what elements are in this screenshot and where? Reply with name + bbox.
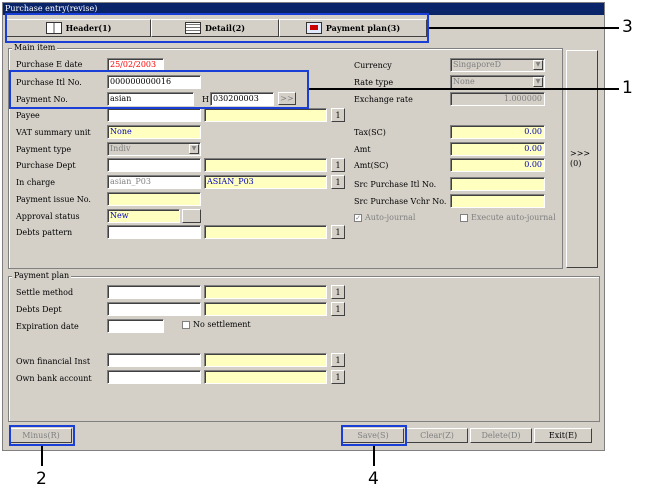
debts-pattern-lookup-button[interactable]: 1: [331, 225, 345, 239]
currency-label: Currency: [354, 61, 392, 70]
src-purchase-itl-no-label: Src Purchase Itl No.: [354, 180, 437, 189]
expiration-date-field[interactable]: [107, 319, 164, 333]
approval-status-label: Approval status: [16, 212, 80, 221]
payment-type-label: Payment type: [16, 145, 72, 154]
chevron-down-icon: ▼: [533, 60, 543, 70]
exit-button[interactable]: Exit(E): [534, 428, 592, 443]
payee-name-field[interactable]: [204, 108, 327, 122]
main-item-group-label: Main item: [12, 43, 58, 52]
callout-2-number: 2: [36, 469, 47, 489]
purchase-dept-lookup-button[interactable]: 1: [331, 158, 345, 172]
no-settlement-label: No settlement: [193, 320, 251, 329]
callout-3-number: 3: [622, 17, 633, 37]
purchase-dept-label: Purchase Dept: [16, 161, 76, 170]
debts-pattern-code-field[interactable]: [107, 225, 201, 239]
in-charge-code-field[interactable]: asian_P03: [107, 175, 201, 189]
settle-method-label: Settle method: [16, 288, 74, 297]
vat-summary-unit-field[interactable]: None: [107, 125, 201, 139]
callout-1-number: 1: [622, 78, 633, 98]
clear-button[interactable]: Clear(Z): [406, 428, 468, 443]
expand-side-label: >>>(0): [570, 149, 591, 168]
debts-dept-code-field[interactable]: [107, 302, 201, 316]
currency-value: SingaporeD: [453, 60, 501, 69]
chevron-down-icon: ▼: [533, 77, 543, 87]
approval-status-field[interactable]: New: [107, 209, 180, 223]
approval-status-button[interactable]: [182, 209, 201, 223]
tax-sc-label: Tax(SC): [354, 128, 386, 137]
execute-auto-journal-checkbox[interactable]: [460, 214, 468, 222]
tax-sc-field[interactable]: 0.00: [450, 125, 545, 139]
amt-field[interactable]: 0.00: [450, 142, 545, 156]
debts-dept-name-field[interactable]: [204, 302, 327, 316]
src-purchase-itl-no-field[interactable]: [450, 177, 545, 191]
rate-type-label: Rate type: [354, 78, 394, 87]
settle-method-code-field[interactable]: [107, 285, 201, 299]
execute-auto-journal-label: Execute auto-journal: [471, 213, 556, 222]
auto-journal-checkbox[interactable]: ✓: [354, 214, 362, 222]
payee-lookup-button[interactable]: 1: [331, 108, 345, 122]
callout-2-line: [41, 446, 43, 466]
expiration-date-label: Expiration date: [16, 322, 79, 331]
debts-pattern-name-field[interactable]: [204, 225, 327, 239]
purchase-dept-name-field[interactable]: [204, 158, 327, 172]
own-financial-inst-label: Own financial Inst: [16, 357, 91, 366]
own-financial-inst-lookup-button[interactable]: 1: [331, 353, 345, 367]
exchange-rate-field[interactable]: 1.000000: [450, 92, 545, 106]
purchase-dept-code-field[interactable]: [107, 158, 201, 172]
own-bank-account-code-field[interactable]: [107, 370, 201, 384]
callout-2-highlight: [9, 425, 75, 446]
callout-1-highlight: [9, 70, 309, 109]
callout-4-highlight: [341, 425, 407, 446]
own-financial-inst-name-field[interactable]: [204, 353, 327, 367]
debts-dept-label: Debts Dept: [16, 305, 62, 314]
vat-summary-unit-label: VAT summary unit: [16, 128, 91, 137]
payee-label: Payee: [16, 111, 40, 120]
in-charge-name-field[interactable]: ASIAN_P03: [204, 175, 327, 189]
amt-sc-field[interactable]: 0.00: [450, 158, 545, 172]
auto-journal-label: Auto-journal: [365, 213, 416, 222]
own-bank-account-name-field[interactable]: [204, 370, 327, 384]
callout-3-highlight: [5, 13, 429, 43]
payment-issue-no-label: Payment issue No.: [16, 195, 91, 204]
own-bank-account-label: Own bank account: [16, 374, 92, 383]
callout-3-line: [429, 27, 619, 29]
payment-type-select[interactable]: Indiv ▼: [107, 142, 201, 156]
settle-method-name-field[interactable]: [204, 285, 327, 299]
payment-issue-no-field[interactable]: [107, 192, 201, 206]
no-settlement-checkbox[interactable]: [182, 321, 190, 329]
debts-pattern-label: Debts pattern: [16, 228, 73, 237]
amt-sc-label: Amt(SC): [354, 161, 389, 170]
settle-method-lookup-button[interactable]: 1: [331, 285, 345, 299]
payment-plan-group-label: Payment plan: [12, 271, 72, 280]
amt-label: Amt: [354, 145, 371, 154]
delete-button[interactable]: Delete(D): [470, 428, 532, 443]
currency-select[interactable]: SingaporeD ▼: [450, 58, 545, 72]
exchange-rate-label: Exchange rate: [354, 95, 413, 104]
src-purchase-vchr-no-field[interactable]: [450, 194, 545, 208]
callout-1-line: [309, 88, 619, 90]
src-purchase-vchr-no-label: Src Purchase Vchr No.: [354, 197, 447, 206]
debts-dept-lookup-button[interactable]: 1: [331, 302, 345, 316]
rate-type-select[interactable]: None ▼: [450, 75, 545, 89]
purchase-e-date-label: Purchase E date: [16, 60, 83, 69]
own-financial-inst-code-field[interactable]: [107, 353, 201, 367]
payee-code-field[interactable]: [107, 108, 201, 122]
rate-type-value: None: [453, 77, 475, 86]
chevron-down-icon: ▼: [189, 144, 199, 154]
callout-4-number: 4: [368, 469, 379, 489]
payment-type-value: Indiv: [110, 144, 131, 153]
own-bank-account-lookup-button[interactable]: 1: [331, 370, 345, 384]
callout-4-line: [373, 446, 375, 466]
expand-side-button[interactable]: >>>(0): [566, 50, 598, 268]
in-charge-lookup-button[interactable]: 1: [331, 175, 345, 189]
in-charge-label: In charge: [16, 178, 55, 187]
